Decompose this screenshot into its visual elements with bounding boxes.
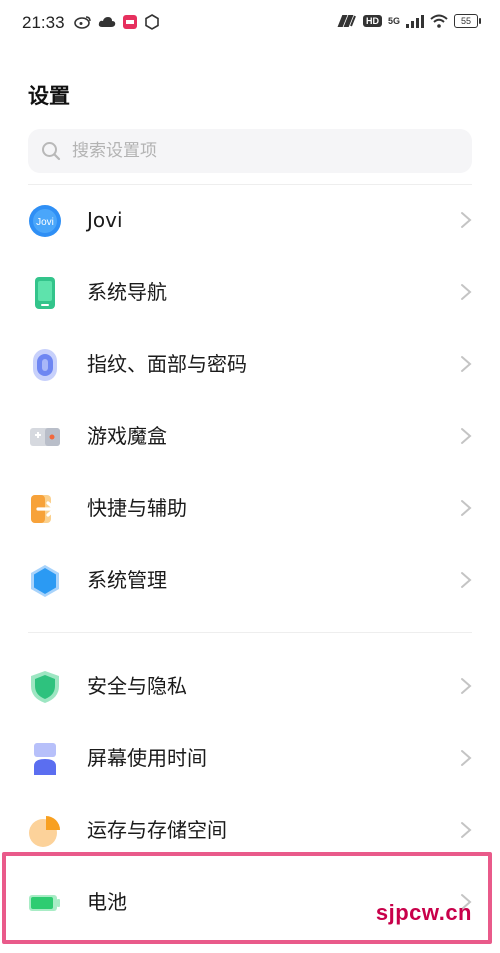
settings-item-label: 安全与隐私 [87, 674, 187, 698]
highlight-box [2, 852, 492, 944]
chevron-right-icon [461, 572, 472, 588]
svg-text:Jovi: Jovi [36, 217, 54, 228]
settings-item-screen-time[interactable]: 屏幕使用时间 [0, 722, 500, 794]
status-bar: 21:33 HD 5G 55 [0, 0, 500, 48]
signal-icon [406, 15, 424, 28]
settings-item-system-navigation[interactable]: 系统导航 [0, 256, 500, 328]
battery-indicator: 55 [454, 14, 481, 28]
status-system-icons: HD 5G 55 [337, 14, 481, 28]
chevron-right-icon [461, 284, 472, 300]
section-divider [28, 632, 472, 633]
settings-item-label: 游戏魔盒 [87, 424, 167, 448]
chevron-right-icon [461, 500, 472, 516]
search-icon [42, 142, 61, 161]
hd-badge: HD [362, 15, 382, 27]
settings-item-security-privacy[interactable]: 安全与隐私 [0, 650, 500, 722]
game-box-icon [30, 428, 60, 446]
chevron-right-icon [461, 750, 472, 766]
hexagon-icon [145, 14, 159, 30]
search-bar[interactable]: 搜索设置项 [28, 129, 472, 173]
network-type: 5G [387, 16, 400, 26]
security-shield-icon [31, 671, 59, 703]
status-notification-icons [74, 14, 160, 30]
storage-pie-icon [29, 816, 60, 847]
watermark: sjpcw.cn [375, 900, 472, 925]
settings-item-label: 指纹、面部与密码 [87, 352, 247, 376]
hourglass-icon [34, 743, 56, 775]
settings-item-label: 屏幕使用时间 [87, 746, 207, 770]
chevron-right-icon [461, 428, 472, 444]
chevron-right-icon [461, 678, 472, 694]
settings-item-label: 系统管理 [87, 568, 167, 592]
chevron-right-icon [461, 356, 472, 372]
settings-item-label: Jovi [87, 208, 123, 232]
weibo-icon [74, 16, 91, 29]
status-time: 21:33 [22, 13, 65, 32]
fingerprint-icon [33, 349, 57, 381]
jovi-icon: Jovi [29, 205, 61, 237]
settings-item-shortcuts-accessibility[interactable]: 快捷与辅助 [0, 472, 500, 544]
chevron-right-icon [461, 212, 472, 228]
shortcut-icon [31, 495, 57, 523]
page-title: 设置 [28, 84, 70, 108]
settings-item-system-management[interactable]: 系统管理 [0, 544, 500, 616]
settings-item-label: 系统导航 [87, 280, 167, 304]
settings-item-fingerprint-face-password[interactable]: 指纹、面部与密码 [0, 328, 500, 400]
settings-item-label: 快捷与辅助 [87, 496, 187, 520]
search-input[interactable]: 搜索设置项 [72, 129, 157, 173]
volte-icon [337, 15, 356, 27]
chevron-right-icon [461, 822, 472, 838]
cloud-icon [98, 17, 116, 27]
settings-item-jovi[interactable]: Jovi Jovi [0, 184, 500, 256]
wifi-icon [430, 14, 448, 28]
system-navigation-icon [35, 277, 55, 309]
settings-item-game-box[interactable]: 游戏魔盒 [0, 400, 500, 472]
app-notification-icon [123, 15, 137, 29]
system-management-icon [31, 565, 59, 597]
